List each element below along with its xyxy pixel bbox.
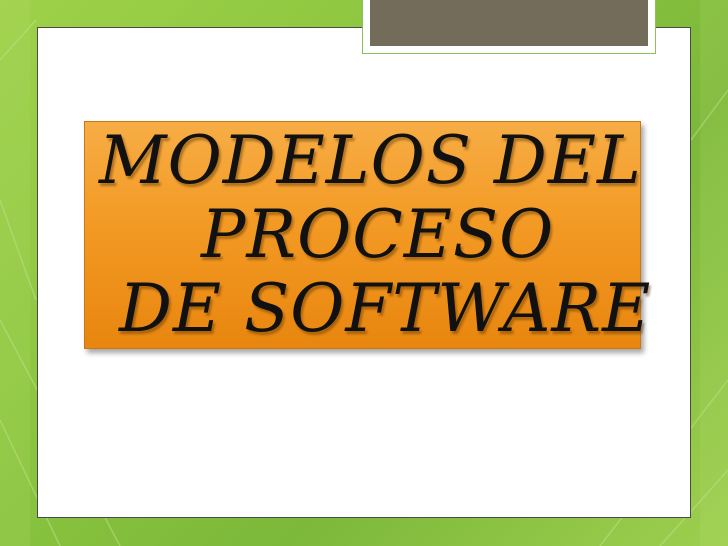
- title-box: MODELOS DEL PROCESO DE SOFTWARE: [84, 121, 650, 349]
- title-line-3: DE SOFTWARE: [119, 270, 652, 347]
- header-tab: [370, 0, 648, 46]
- title-line-2: PROCESO: [201, 196, 555, 273]
- title-line-1: MODELOS DEL: [99, 122, 642, 199]
